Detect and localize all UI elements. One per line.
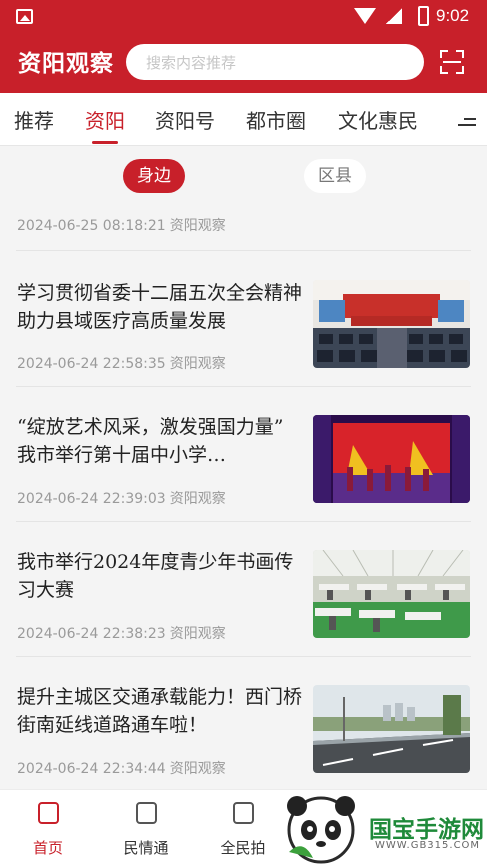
item-date: 2024-06-24 22:39:03 [17, 491, 166, 507]
tab-ziyang[interactable]: 资阳 [85, 105, 125, 134]
article-thumbnail[interactable] [313, 280, 470, 368]
article-meta: 2024-06-24 22:39:03 资阳观察 [17, 488, 226, 508]
item-date: 2024-06-25 08:18:21 [17, 218, 166, 234]
tab-recommend[interactable]: 推荐 [14, 105, 54, 134]
divider [16, 656, 471, 657]
item-source: 资阳观察 [169, 356, 226, 372]
article-thumbnail[interactable] [313, 415, 470, 503]
nav-home-label: 首页 [32, 839, 63, 857]
article-thumbnail[interactable] [313, 685, 470, 773]
tab-culture[interactable]: 文化惠民 [338, 105, 418, 134]
tab-ziyang-hao[interactable]: 资阳号 [155, 105, 215, 134]
article-title[interactable]: 学习贯彻省委十二届五次全会精神 助力县域医疗高质量发展 [17, 279, 302, 335]
divider [16, 250, 471, 251]
nav-citizen-photo-label: 全民拍 [220, 839, 266, 857]
article-title[interactable]: 提升主城区交通承载能力！西门桥街南延线道路通车啦！ [17, 683, 302, 739]
clipboard-icon [136, 802, 157, 824]
article-meta: 2024-06-24 22:38:23 资阳观察 [17, 623, 226, 643]
search-placeholder: 搜索内容推荐 [146, 54, 237, 72]
article-meta: 2024-06-24 22:58:35 资阳观察 [17, 353, 226, 373]
status-bar: 9:02 [0, 0, 487, 34]
item-source: 资阳观察 [169, 761, 226, 777]
watermark-url: WWW.GB315.COM [375, 840, 481, 851]
item-date: 2024-06-24 22:38:23 [17, 626, 166, 642]
watermark-logo: 国宝手游网 WWW.GB315.COM [283, 792, 487, 865]
article-title[interactable]: 我市举行2024年度青少年书画传习大赛 [17, 548, 302, 604]
filter-nearby-button[interactable]: 身边 [123, 159, 185, 193]
camera-icon [233, 802, 254, 824]
item-source: 资阳观察 [169, 491, 226, 507]
home-icon [38, 802, 59, 824]
battery-icon [418, 6, 429, 26]
item-source: 资阳观察 [169, 626, 226, 642]
nav-public-voice[interactable]: 民情通 [101, 790, 191, 865]
item-source: 资阳观察 [169, 218, 226, 234]
first-item-meta: 2024-06-25 08:18:21 资阳观察 [17, 215, 226, 235]
article-title[interactable]: “绽放艺术风采，激发强国力量” 我市举行第十届中小学… [17, 413, 302, 469]
tab-metro-circle[interactable]: 都市圈 [246, 105, 306, 134]
wifi-icon [354, 8, 376, 24]
item-date: 2024-06-24 22:58:35 [17, 356, 166, 372]
nav-home[interactable]: 首页 [3, 790, 93, 865]
app-screen: 9:02 资阳观察 搜索内容推荐 推荐 资阳 资阳号 都市圈 文化惠民 身边 区… [0, 0, 487, 865]
app-logo: 资阳观察 [18, 51, 114, 77]
gallery-icon [16, 9, 33, 24]
active-tab-indicator [92, 141, 118, 144]
filter-county-button[interactable]: 区县 [304, 159, 366, 193]
item-date: 2024-06-24 22:34:44 [17, 761, 166, 777]
search-input[interactable]: 搜索内容推荐 [126, 44, 424, 80]
article-thumbnail[interactable] [313, 550, 470, 638]
channel-tabs: 推荐 资阳 资阳号 都市圈 文化惠民 [0, 93, 487, 146]
menu-icon[interactable] [458, 118, 476, 126]
scan-icon[interactable] [440, 50, 464, 74]
article-meta: 2024-06-24 22:34:44 资阳观察 [17, 758, 226, 778]
status-time: 9:02 [436, 6, 470, 25]
nav-citizen-photo[interactable]: 全民拍 [198, 790, 288, 865]
signal-icon [386, 8, 402, 24]
divider [16, 386, 471, 387]
watermark-brand: 国宝手游网 [369, 817, 484, 843]
nav-public-voice-label: 民情通 [123, 839, 169, 857]
divider [16, 521, 471, 522]
